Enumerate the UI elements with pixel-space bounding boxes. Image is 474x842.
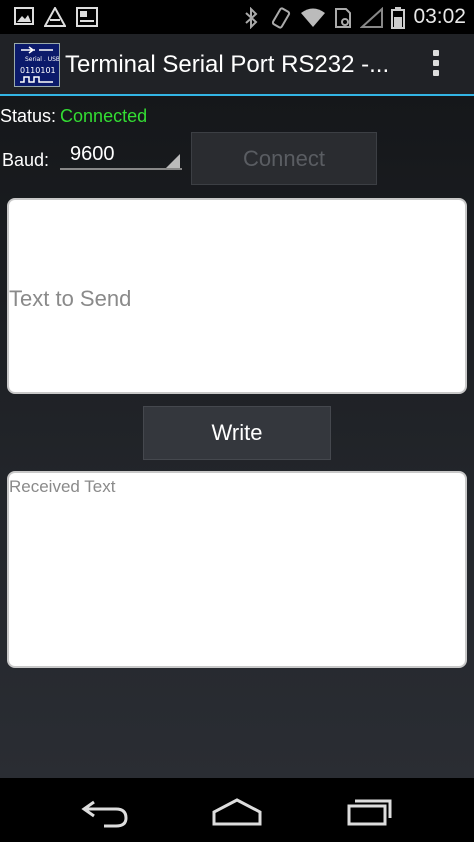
- received-text-field[interactable]: Received Text: [7, 471, 467, 668]
- status-value: Connected: [60, 106, 148, 126]
- send-text-placeholder: Text to Send: [9, 286, 132, 311]
- app-title: Terminal Serial Port RS232 -...: [65, 51, 390, 78]
- app-icon[interactable]: Serial . USB 0110101: [14, 43, 60, 87]
- status-label: Status:: [0, 106, 57, 126]
- bluetooth-icon: [245, 7, 258, 29]
- svg-text:Serial . USB: Serial . USB: [25, 56, 59, 63]
- app-notification-icon: [44, 7, 66, 27]
- serial-usb-logo-icon: Serial . USB 0110101: [20, 46, 60, 83]
- recent-apps-icon[interactable]: [345, 794, 395, 828]
- back-icon[interactable]: [80, 794, 130, 828]
- overflow-menu-icon[interactable]: [429, 50, 443, 80]
- received-text-placeholder: Received Text: [9, 477, 116, 496]
- baud-label: Baud:: [2, 150, 50, 170]
- signal-icon: [360, 7, 383, 28]
- rotate-icon: [271, 7, 291, 29]
- spinner-underline: [60, 168, 182, 170]
- home-icon[interactable]: [210, 794, 264, 828]
- sim-icon: [335, 8, 351, 28]
- clock: 03:02: [413, 5, 466, 28]
- baud-rate-value: 9600: [70, 143, 115, 165]
- baud-rate-spinner[interactable]: 9600: [60, 138, 182, 170]
- wifi-icon: [301, 8, 325, 27]
- connection-status: Status: Connected: [0, 106, 147, 127]
- svg-text:0110101: 0110101: [20, 66, 56, 75]
- spinner-arrow-icon: [166, 154, 180, 168]
- send-text-field[interactable]: Text to Send: [7, 198, 467, 394]
- image-icon: [14, 7, 34, 25]
- battery-icon: [391, 7, 405, 29]
- write-button[interactable]: Write: [143, 406, 331, 460]
- connect-button[interactable]: Connect: [191, 132, 377, 185]
- photo-notification-icon: [76, 7, 98, 27]
- status-bar: 03:02: [0, 0, 474, 34]
